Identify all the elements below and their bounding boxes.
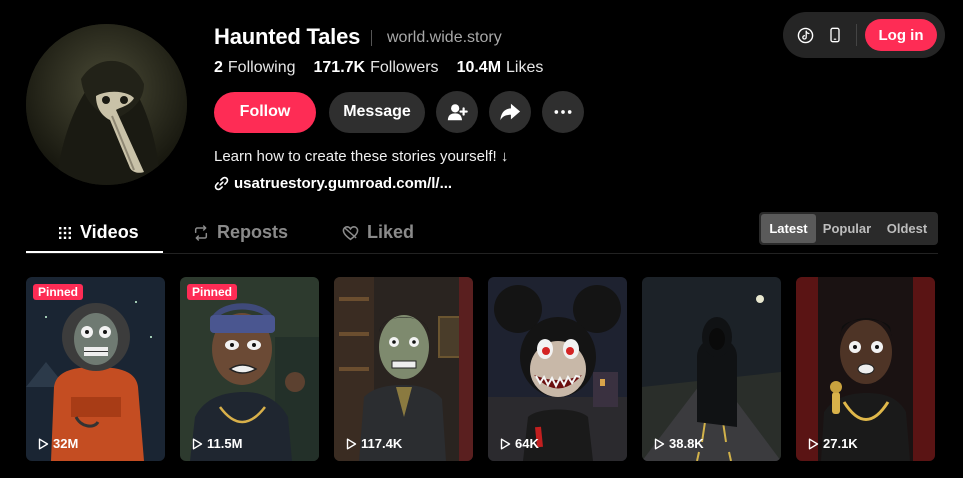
tab-reposts[interactable]: Reposts bbox=[193, 222, 288, 243]
view-count: 11.5M bbox=[192, 436, 242, 451]
video-thumbnail bbox=[796, 277, 935, 461]
video-thumbnail bbox=[642, 277, 781, 461]
view-count-value: 64K bbox=[515, 436, 539, 451]
play-icon bbox=[38, 438, 49, 449]
more-icon bbox=[554, 110, 572, 114]
profile-actions: Follow Message bbox=[214, 91, 584, 133]
share-icon bbox=[500, 103, 521, 121]
tiktok-icon bbox=[797, 27, 813, 43]
followers-count: 171.7K bbox=[313, 59, 366, 76]
view-count: 64K bbox=[500, 436, 539, 451]
followers-label: Followers bbox=[370, 59, 439, 76]
tab-liked-label: Liked bbox=[367, 222, 415, 242]
add-friend-button[interactable] bbox=[436, 91, 478, 133]
name-divider bbox=[371, 30, 372, 46]
profile-avatar[interactable] bbox=[26, 24, 187, 185]
link-icon bbox=[214, 176, 229, 191]
plague-doctor-image bbox=[26, 24, 187, 185]
likes-stat: 10.4M Likes bbox=[457, 59, 544, 77]
topbar-divider bbox=[856, 24, 857, 46]
profile-nickname: world.wide.story bbox=[387, 29, 502, 46]
view-count: 117.4K bbox=[346, 436, 402, 451]
profile-stats: 2 Following 171.7K Followers 10.4M Likes bbox=[214, 59, 543, 77]
tab-liked[interactable]: Liked bbox=[342, 222, 414, 243]
likes-count: 10.4M bbox=[456, 59, 502, 76]
following-count: 2 bbox=[214, 59, 223, 76]
tab-videos[interactable]: Videos bbox=[58, 222, 139, 243]
play-icon bbox=[346, 438, 357, 449]
view-count-value: 32M bbox=[53, 436, 79, 451]
likes-label: Likes bbox=[506, 59, 544, 76]
tab-reposts-label: Reposts bbox=[217, 222, 289, 242]
play-icon bbox=[192, 438, 203, 449]
sort-latest[interactable]: Latest bbox=[761, 214, 816, 243]
tiktok-button[interactable] bbox=[790, 20, 820, 50]
sort-oldest[interactable]: Oldest bbox=[878, 214, 936, 243]
play-icon bbox=[808, 438, 819, 449]
profile-link-text: usatruestory.gumroad.com/l/... bbox=[234, 175, 453, 192]
video-thumbnail bbox=[488, 277, 627, 461]
follow-button[interactable]: Follow bbox=[214, 91, 316, 133]
sort-control: Latest Popular Oldest bbox=[759, 212, 938, 245]
top-bar: Log in bbox=[783, 12, 945, 58]
profile-username: Haunted Tales bbox=[214, 24, 361, 49]
following-stat[interactable]: 2 Following bbox=[214, 59, 296, 77]
view-count-value: 11.5M bbox=[207, 436, 243, 451]
video-thumbnail bbox=[180, 277, 319, 461]
following-label: Following bbox=[227, 59, 296, 76]
grid-icon bbox=[59, 226, 71, 239]
profile-bio: Learn how to create these stories yourse… bbox=[214, 148, 509, 165]
video-thumbnail bbox=[26, 277, 165, 461]
message-button[interactable]: Message bbox=[329, 91, 425, 133]
pinned-badge: Pinned bbox=[187, 284, 238, 300]
video-card[interactable]: 27.1K bbox=[796, 277, 935, 461]
view-count: 38.8K bbox=[654, 436, 704, 451]
video-grid: Pinned 32M Pinned 11.5M 117.4K 64K 38.8K… bbox=[26, 277, 935, 461]
phone-button[interactable] bbox=[820, 20, 850, 50]
view-count-value: 27.1K bbox=[823, 436, 858, 451]
heart-icon bbox=[342, 225, 359, 240]
video-thumbnail bbox=[334, 277, 473, 461]
video-card[interactable]: 38.8K bbox=[642, 277, 781, 461]
view-count: 27.1K bbox=[808, 436, 858, 451]
sort-popular[interactable]: Popular bbox=[816, 214, 878, 243]
tabs-divider bbox=[26, 253, 938, 254]
profile-link[interactable]: usatruestory.gumroad.com/l/... bbox=[214, 175, 452, 192]
view-count-value: 38.8K bbox=[669, 436, 704, 451]
video-card[interactable]: Pinned 32M bbox=[26, 277, 165, 461]
repost-icon bbox=[194, 224, 208, 241]
pinned-badge: Pinned bbox=[33, 284, 84, 300]
view-count: 32M bbox=[38, 436, 78, 451]
phone-icon bbox=[830, 27, 840, 43]
play-icon bbox=[500, 438, 511, 449]
play-icon bbox=[654, 438, 665, 449]
video-card[interactable]: 64K bbox=[488, 277, 627, 461]
followers-stat[interactable]: 171.7K Followers bbox=[314, 59, 439, 77]
video-card[interactable]: 117.4K bbox=[334, 277, 473, 461]
share-button[interactable] bbox=[489, 91, 531, 133]
add-friend-icon bbox=[447, 104, 468, 121]
view-count-value: 117.4K bbox=[361, 436, 403, 451]
video-card[interactable]: Pinned 11.5M bbox=[180, 277, 319, 461]
login-button[interactable]: Log in bbox=[865, 19, 937, 51]
tab-videos-label: Videos bbox=[80, 222, 139, 242]
more-button[interactable] bbox=[542, 91, 584, 133]
